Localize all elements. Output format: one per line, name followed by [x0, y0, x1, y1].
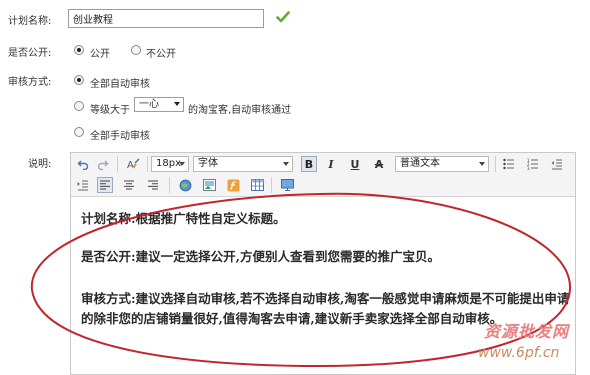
- outdent-icon[interactable]: [549, 156, 565, 172]
- italic-icon[interactable]: I: [323, 156, 339, 172]
- level-select[interactable]: 一心: [134, 97, 184, 112]
- chevron-down-icon: [174, 102, 180, 106]
- undo-icon[interactable]: [75, 156, 91, 172]
- underline-icon[interactable]: U: [347, 156, 363, 172]
- paragraph-format-value: 普通文本: [400, 158, 440, 169]
- chevron-down-icon: [179, 162, 185, 166]
- public-yes-radio[interactable]: [74, 45, 84, 55]
- image-icon[interactable]: [201, 177, 217, 193]
- level-select-value: 一心: [139, 99, 159, 110]
- review-label: 审核方式:: [8, 77, 52, 88]
- toolbar-separator: [147, 156, 148, 172]
- public-label: 是否公开:: [8, 48, 52, 59]
- bold-icon[interactable]: B: [301, 156, 317, 172]
- review-all-auto-radio[interactable]: [74, 75, 84, 85]
- align-left-icon[interactable]: [97, 177, 113, 193]
- link-icon[interactable]: [177, 177, 193, 193]
- toolbar-separator: [271, 177, 272, 193]
- review-level-radio[interactable]: [74, 101, 84, 111]
- font-size-select[interactable]: 18px: [151, 156, 189, 172]
- public-no-radio[interactable]: [131, 45, 141, 55]
- review-level-prefix: 等级大于: [90, 105, 130, 116]
- public-yes-label: 公开: [90, 49, 110, 60]
- svg-text:A: A: [127, 160, 134, 171]
- chevron-down-icon: [479, 162, 485, 166]
- align-right-icon[interactable]: [145, 177, 161, 193]
- editor-toolbar: A 18px 字体 B I U A 普通文本 123: [71, 153, 575, 197]
- review-level-suffix: 的淘宝客,自动审核通过: [188, 105, 292, 116]
- toolbar-separator: [117, 156, 118, 172]
- public-no-label: 不公开: [146, 49, 176, 60]
- watermark-url: www.6pf.cn: [478, 345, 560, 361]
- review-all-manual-radio[interactable]: [74, 127, 84, 137]
- toolbar-separator: [169, 177, 170, 193]
- align-center-icon[interactable]: [121, 177, 137, 193]
- indent-icon[interactable]: [75, 177, 91, 193]
- redo-icon[interactable]: [95, 156, 111, 172]
- toolbar-separator: [495, 156, 496, 172]
- content-paragraph: 计划名称:根据推广特性自定义标题。: [81, 211, 286, 226]
- content-paragraph: 是否公开:建议一定选择公开,方便别人查看到您需要的推广宝贝。: [81, 249, 440, 264]
- ordered-list-icon[interactable]: 123: [525, 156, 541, 172]
- font-family-value: 字体: [198, 158, 218, 169]
- svg-text:3: 3: [527, 166, 530, 170]
- watermark-text: 资源批发网: [484, 322, 570, 341]
- media-icon[interactable]: [279, 177, 295, 193]
- table-icon[interactable]: [249, 177, 265, 193]
- plan-name-input[interactable]: [68, 9, 264, 28]
- review-all-auto-label: 全部自动审核: [90, 79, 150, 90]
- plan-name-label: 计划名称:: [8, 16, 52, 27]
- font-size-value: 18px: [156, 158, 181, 169]
- check-icon: [276, 11, 290, 23]
- unordered-list-icon[interactable]: [501, 156, 517, 172]
- chevron-down-icon: [283, 162, 289, 166]
- paragraph-format-select[interactable]: 普通文本: [395, 156, 489, 172]
- format-painter-icon[interactable]: A: [125, 156, 141, 172]
- review-all-manual-label: 全部手动审核: [90, 131, 150, 142]
- flash-icon[interactable]: [225, 177, 241, 193]
- font-family-select[interactable]: 字体: [193, 156, 293, 172]
- strikethrough-icon[interactable]: A: [371, 156, 387, 172]
- desc-label: 说明:: [28, 159, 52, 170]
